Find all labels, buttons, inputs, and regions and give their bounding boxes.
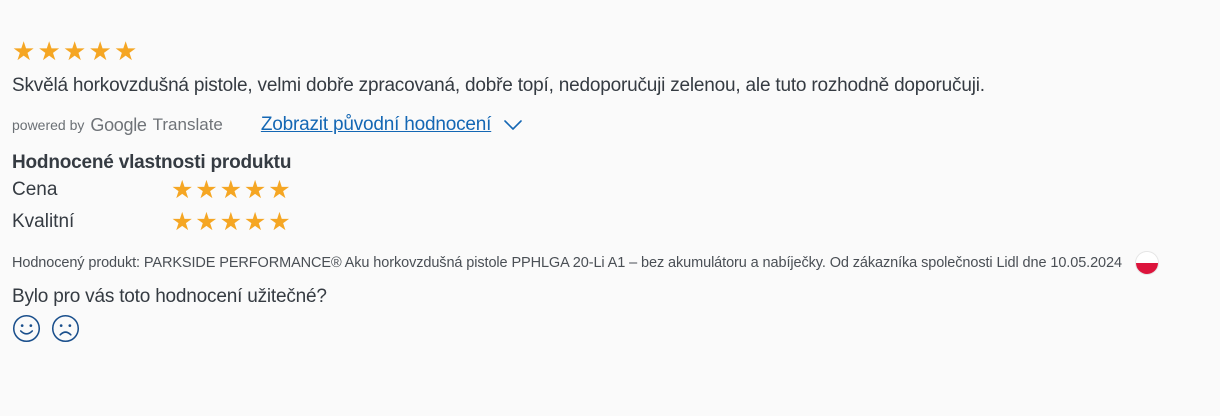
translation-bar: powered by Google Translate Zobrazit pův… <box>12 112 1212 138</box>
star-icon: ★ <box>171 175 194 204</box>
property-row-price: Cena ★ ★ ★ ★ ★ <box>12 174 1212 206</box>
star-icon: ★ <box>114 36 138 66</box>
show-original-review-link[interactable]: Zobrazit původní hodnocení <box>261 114 523 136</box>
overall-rating: ★ ★ ★ ★ ★ <box>12 38 1212 64</box>
translate-label: Translate <box>152 115 223 134</box>
rated-properties-title: Hodnocené vlastnosti produktu <box>12 152 292 173</box>
star-icon: ★ <box>219 207 243 236</box>
star-icon: ★ <box>195 207 218 236</box>
review-text: Skvělá horkovzdušná pistole, velmi dobře… <box>12 75 985 96</box>
review-card: ★ ★ ★ ★ ★ Skvělá horkovzdušná pistole, v… <box>12 38 1212 343</box>
star-icon: ★ <box>171 207 194 236</box>
rated-product-info: Hodnocený produkt: PARKSIDE PERFORMANCE®… <box>12 252 1212 274</box>
star-icon: ★ <box>88 36 112 66</box>
property-label: Cena <box>12 179 58 200</box>
google-logo: Google <box>90 114 147 135</box>
property-rating: ★ ★ ★ ★ ★ <box>171 175 291 204</box>
rated-product-text: Hodnocený produkt: PARKSIDE PERFORMANCE®… <box>12 255 1122 271</box>
frown-icon[interactable] <box>51 314 80 343</box>
poland-flag-icon <box>1135 252 1158 274</box>
helpful-vote-buttons <box>12 314 1212 343</box>
star-icon: ★ <box>219 175 243 204</box>
star-icon: ★ <box>195 175 218 204</box>
powered-by-label: powered by <box>12 117 85 133</box>
property-label: Kvalitní <box>12 211 75 232</box>
property-rating: ★ ★ ★ ★ ★ <box>171 207 291 236</box>
star-icon: ★ <box>268 207 291 236</box>
helpful-question: Bylo pro vás toto hodnocení užitečné? <box>12 286 327 307</box>
show-original-label[interactable]: Zobrazit původní hodnocení <box>261 114 492 136</box>
star-icon: ★ <box>63 36 87 66</box>
star-icon: ★ <box>37 36 61 66</box>
powered-by-google-translate: powered by Google Translate <box>12 115 223 136</box>
star-icon: ★ <box>243 207 267 236</box>
star-icon: ★ <box>268 175 291 204</box>
property-row-quality: Kvalitní ★ ★ ★ ★ ★ <box>12 206 1212 238</box>
star-icon: ★ <box>243 175 267 204</box>
chevron-down-icon[interactable] <box>503 119 523 131</box>
star-icon: ★ <box>12 36 36 66</box>
smile-icon[interactable] <box>12 314 41 343</box>
